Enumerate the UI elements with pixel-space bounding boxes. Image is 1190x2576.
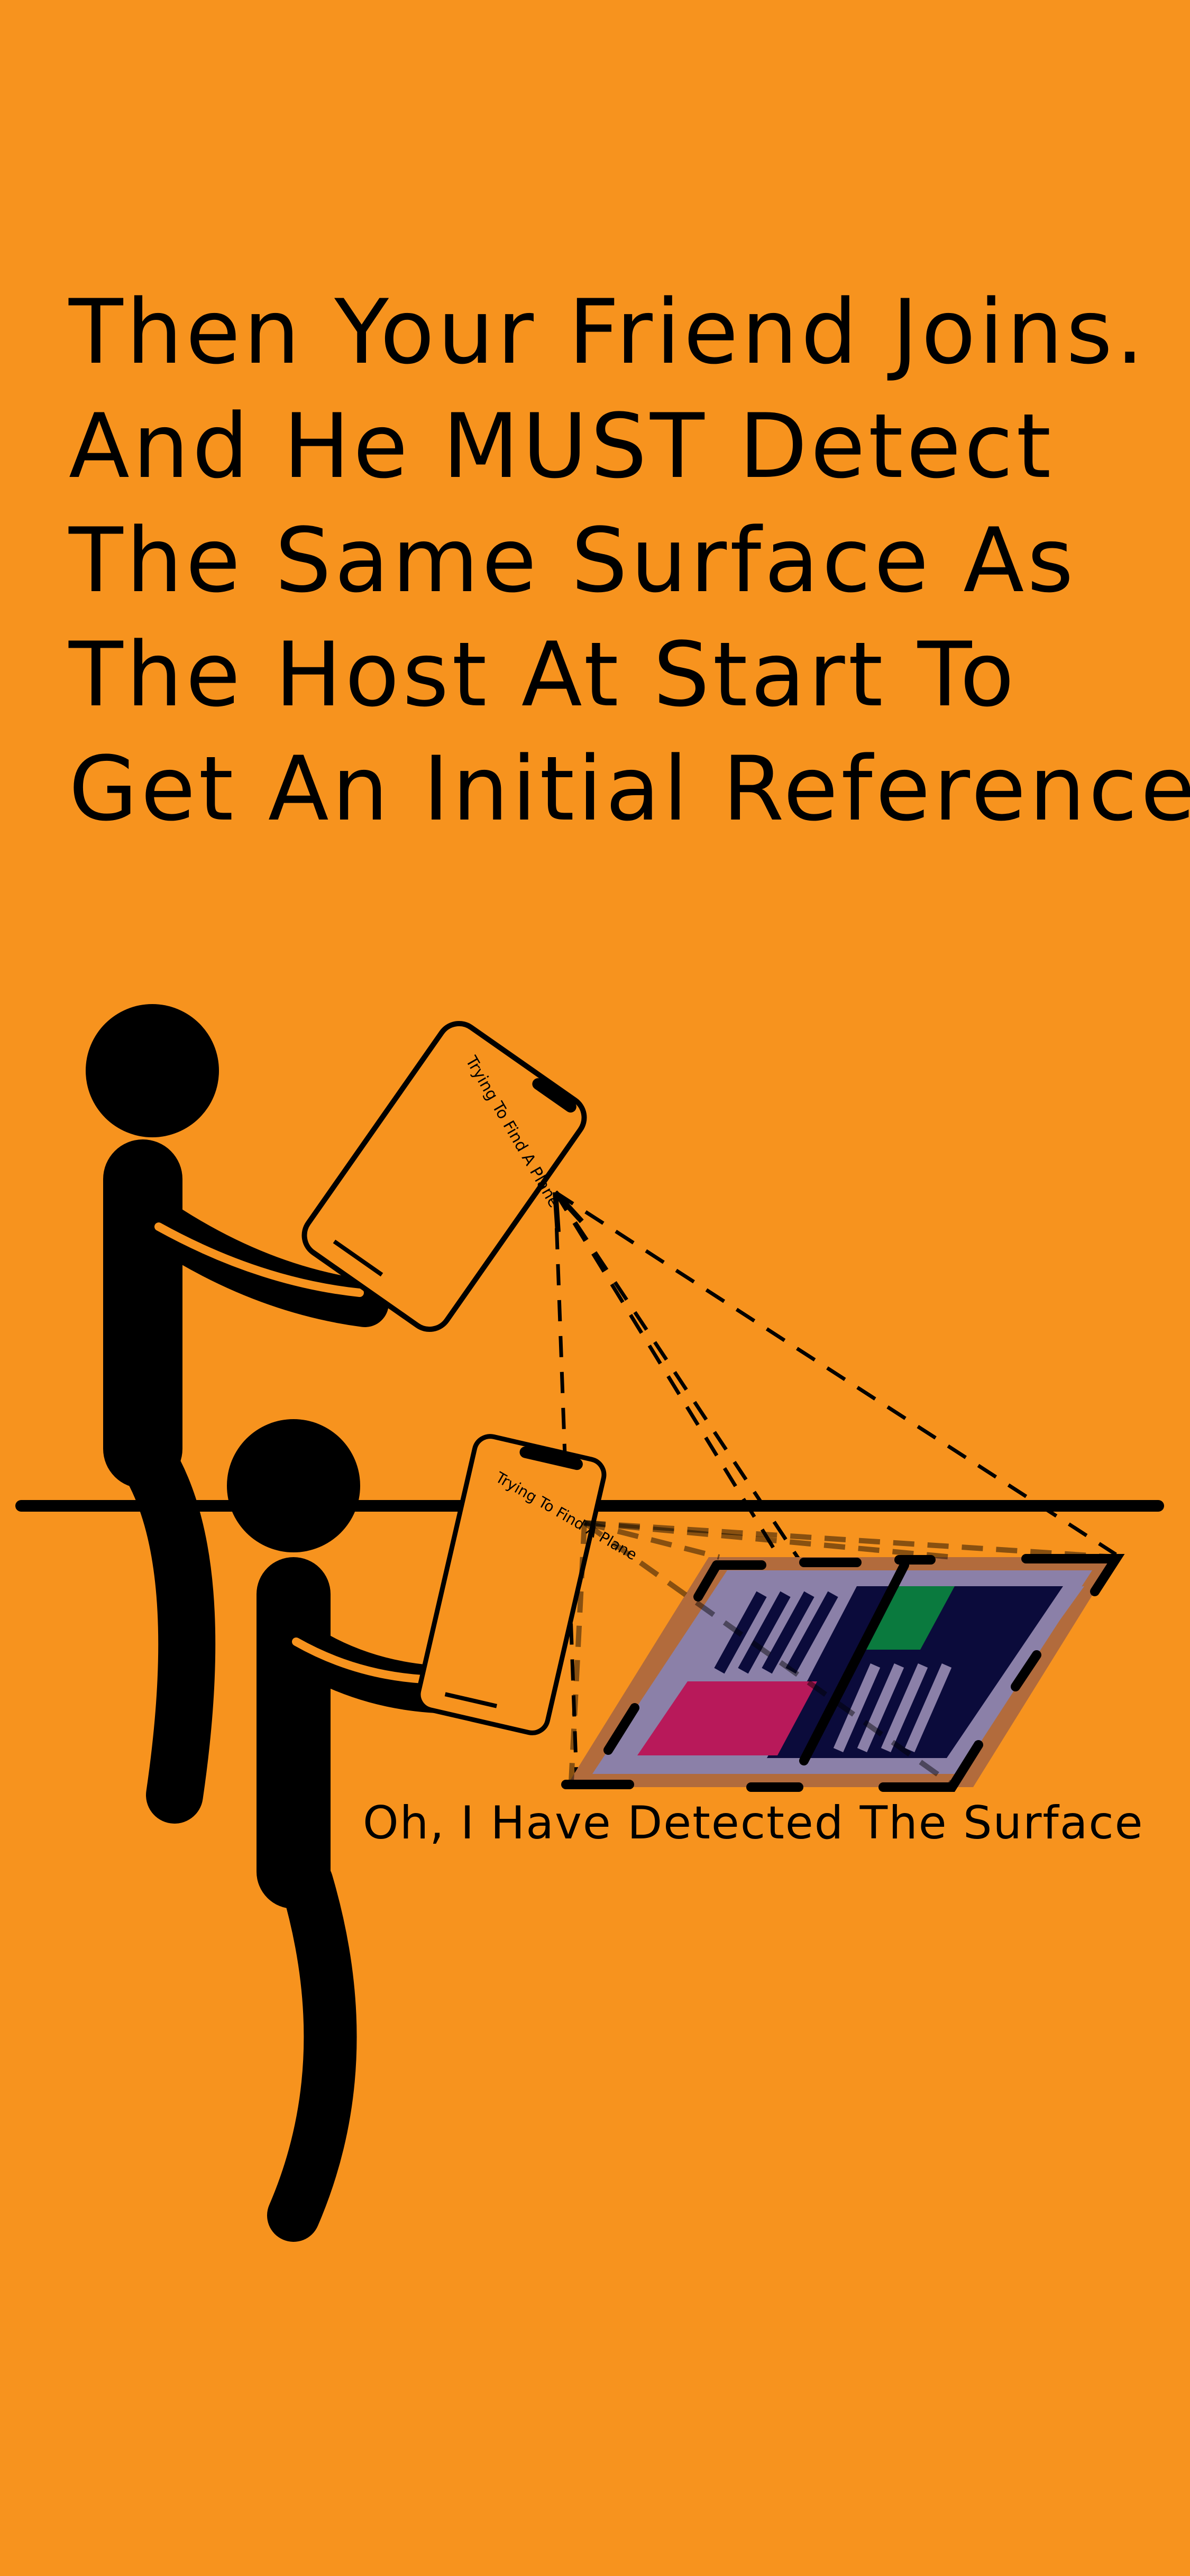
headline-line: And He MUST Detect bbox=[69, 394, 1055, 498]
detected-plane-icon bbox=[561, 1554, 1125, 1792]
headline-line: Get An Initial Reference bbox=[69, 737, 1190, 841]
headline-line: The Same Surface As bbox=[69, 509, 1077, 612]
headline-line: Then Your Friend Joins. bbox=[69, 280, 1147, 384]
detection-caption: Oh, I Have Detected The Surface bbox=[363, 1797, 1144, 1850]
headline-line: The Host At Start To bbox=[69, 623, 1018, 726]
headline: Then Your Friend Joins. And He MUST Dete… bbox=[69, 275, 1190, 846]
